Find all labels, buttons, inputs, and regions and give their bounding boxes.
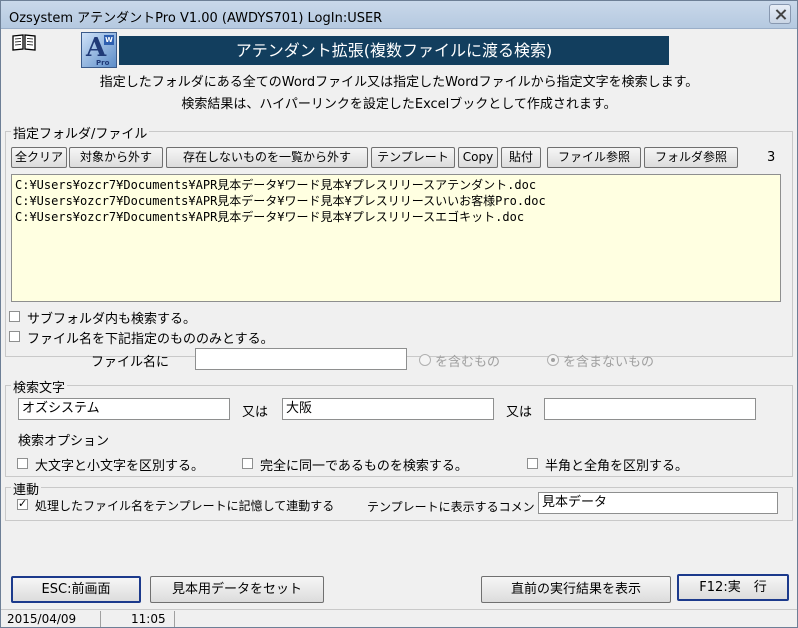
filename-input[interactable] [195, 348, 407, 370]
description-line-2: 検索結果は、ハイパーリンクを設定したExcelブックとして作成されます。 [181, 97, 617, 112]
exact-match-checkbox[interactable] [242, 458, 253, 469]
file-list[interactable]: C:¥Users¥ozcr7¥Documents¥APR見本データ¥ワード見本¥… [11, 174, 781, 302]
list-item[interactable]: C:¥Users¥ozcr7¥Documents¥APR見本データ¥ワード見本¥… [15, 177, 777, 193]
case-sensitive-checkbox[interactable] [17, 458, 28, 469]
or-label-1: 又は [242, 405, 269, 420]
or-label-2: 又は [506, 405, 533, 420]
logo-sub: Pro [96, 59, 110, 67]
exclude-radio[interactable] [547, 354, 559, 366]
subfolder-label: サブフォルダ内も検索する。 [27, 312, 197, 327]
exclude-label: を含まないもの [563, 355, 655, 370]
client-area: A W Pro アテンダント拡張(複数ファイルに渡る検索) 指定したフォルダにあ… [1, 29, 797, 627]
status-date: 2015/04/09 [3, 611, 101, 627]
run-button[interactable]: F12:実 行 [677, 574, 789, 601]
search-term-2-input[interactable]: 大阪 [282, 398, 494, 420]
book-icon[interactable] [11, 33, 37, 51]
search-term-3-input[interactable] [544, 398, 756, 420]
case-sensitive-label: 大文字と小文字を区別する。 [35, 459, 205, 474]
window-title: Ozsystem アテンダントPro V1.00 (AWDYS701) LogI… [9, 11, 383, 26]
include-radio[interactable] [419, 354, 431, 366]
copy-button[interactable]: Copy [458, 147, 498, 168]
folder-browse-button[interactable]: フォルダ参照 [644, 147, 738, 168]
list-item[interactable]: C:¥Users¥ozcr7¥Documents¥APR見本データ¥ワード見本¥… [15, 193, 777, 209]
comment-input[interactable]: 見本データ [538, 492, 778, 514]
filename-only-checkbox[interactable] [9, 331, 20, 342]
close-button[interactable] [769, 4, 791, 24]
include-label: を含むもの [435, 355, 501, 370]
exact-match-label: 完全に同一であるものを検索する。 [260, 459, 468, 474]
comment-label: テンプレートに表示するコメント [367, 500, 547, 514]
status-bar: 2015/04/09 11:05 [1, 609, 797, 627]
width-sensitive-checkbox[interactable] [527, 458, 538, 469]
link-group-label: 連動 [11, 479, 42, 498]
remember-label: 処理したファイル名をテンプレートに記憶して連動する [35, 499, 335, 513]
esc-back-button[interactable]: ESC:前画面 [11, 576, 141, 603]
logo-badge: W [104, 35, 114, 45]
title-bar: Ozsystem アテンダントPro V1.00 (AWDYS701) LogI… [1, 1, 797, 29]
remember-checkbox[interactable] [17, 497, 28, 510]
clear-all-button[interactable]: 全クリア [11, 147, 67, 168]
description-line-1: 指定したフォルダにある全てのWordファイル又は指定したWordファイルから指定… [99, 75, 699, 90]
app-window: Ozsystem アテンダントPro V1.00 (AWDYS701) LogI… [0, 0, 798, 628]
search-options-label: 検索オプション [18, 434, 110, 449]
subfolder-checkbox[interactable] [9, 311, 20, 322]
filename-label: ファイル名に [91, 355, 170, 370]
width-sensitive-label: 半角と全角を区別する。 [545, 459, 689, 474]
remove-from-target-button[interactable]: 対象から外す [69, 147, 163, 168]
status-time: 11:05 [105, 611, 175, 627]
remove-missing-button[interactable]: 存在しないものを一覧から外す [166, 147, 368, 168]
search-term-1-input[interactable]: オズシステム [18, 398, 230, 420]
show-last-result-button[interactable]: 直前の実行結果を表示 [481, 576, 671, 603]
filename-only-label: ファイル名を下記指定のもののみとする。 [27, 332, 274, 347]
file-browse-button[interactable]: ファイル参照 [547, 147, 641, 168]
set-sample-data-button[interactable]: 見本用データをセット [150, 576, 324, 603]
paste-button[interactable]: 貼付 [501, 147, 541, 168]
folder-group-label: 指定フォルダ/ファイル [11, 123, 150, 142]
template-button[interactable]: テンプレート [371, 147, 455, 168]
list-item[interactable]: C:¥Users¥ozcr7¥Documents¥APR見本データ¥ワード見本¥… [15, 209, 777, 225]
search-group-label: 検索文字 [11, 377, 68, 396]
app-logo: A W Pro [81, 32, 117, 68]
page-title: アテンダント拡張(複数ファイルに渡る検索) [119, 36, 669, 65]
file-count: 3 [767, 150, 776, 165]
